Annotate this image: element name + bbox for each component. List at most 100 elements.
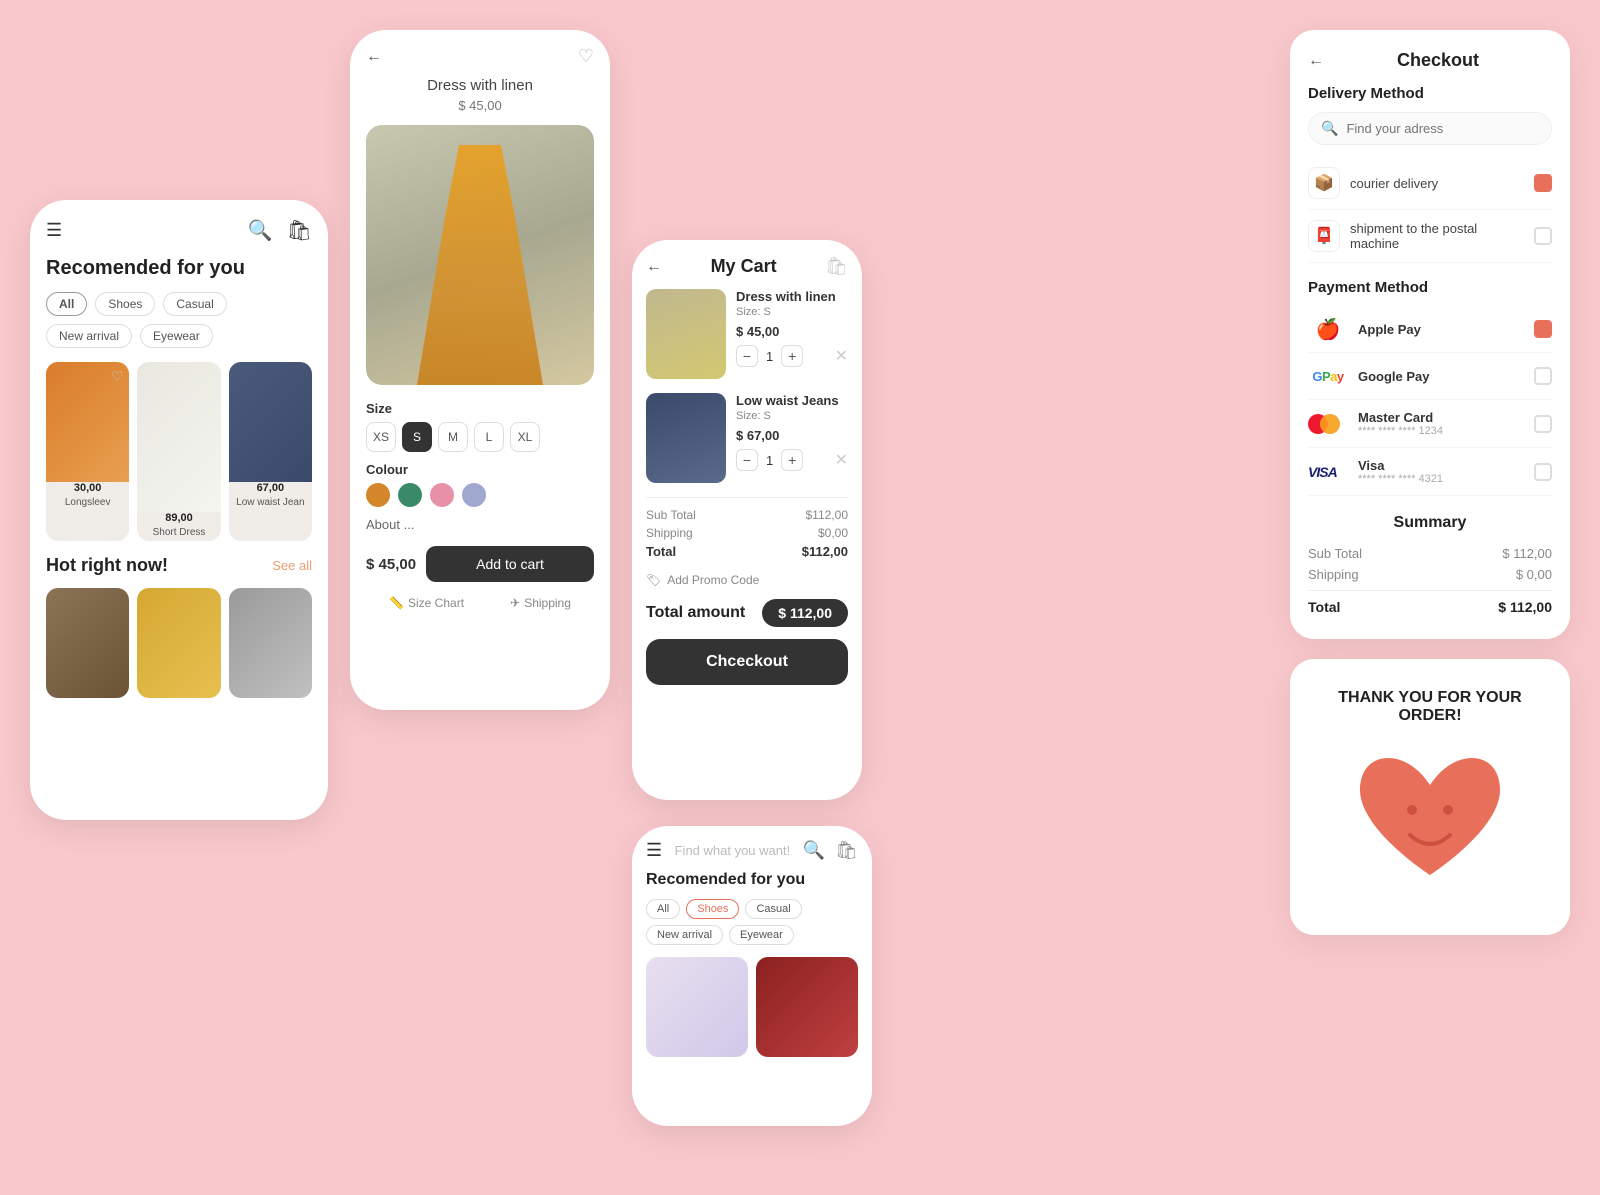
size-m[interactable]: M: [438, 422, 468, 452]
filter-new-arrival[interactable]: New arrival: [46, 324, 132, 348]
promo-label[interactable]: Add Promo Code: [667, 573, 759, 587]
filter-tags: All Shoes Casual New arrival Eyewear: [46, 292, 312, 348]
filter-tags-2: All Shoes Casual New arrival Eyewear: [646, 899, 858, 945]
filter-casual[interactable]: Casual: [163, 292, 226, 316]
delivery-title: Delivery Method: [1308, 85, 1552, 102]
filter-all[interactable]: All: [46, 292, 87, 316]
address-search-bar[interactable]: 🔍: [1308, 112, 1552, 145]
payment-mastercard[interactable]: Master Card **** **** **** 1234: [1308, 400, 1552, 448]
shoe-card-1[interactable]: [646, 957, 748, 1057]
size-l[interactable]: L: [474, 422, 504, 452]
menu-icon-2[interactable]: ☰: [646, 840, 662, 861]
subtotal-label: Sub Total: [646, 508, 696, 522]
qty-decrease-2[interactable]: −: [736, 449, 758, 471]
checkout-button[interactable]: Chceckout: [646, 639, 848, 685]
checkout-shipping-value: $ 0,00: [1516, 567, 1552, 582]
checkout-total-label: Total: [1308, 599, 1340, 615]
checkout-back-icon[interactable]: ←: [1308, 52, 1324, 70]
product-card-1[interactable]: ♡ 30,00 Longsleev: [46, 362, 129, 541]
product-card-2[interactable]: 89,00 Short Dress: [137, 362, 220, 541]
shoe-card-2[interactable]: [756, 957, 858, 1057]
courier-icon: 📦: [1308, 167, 1340, 199]
colour-label: Colour: [366, 462, 594, 477]
search-icon-2[interactable]: 🔍: [803, 840, 825, 861]
hot-card-3[interactable]: [229, 588, 312, 698]
color-options: [366, 483, 594, 507]
postal-radio[interactable]: [1534, 227, 1552, 245]
apple-pay-radio[interactable]: [1534, 320, 1552, 338]
color-2[interactable]: [398, 483, 422, 507]
qty-increase-2[interactable]: +: [781, 449, 803, 471]
visa-radio[interactable]: [1534, 463, 1552, 481]
summary-title: Summary: [1308, 514, 1552, 532]
filter2-casual[interactable]: Casual: [745, 899, 801, 919]
remove-item-2[interactable]: ✕: [835, 450, 848, 470]
cart-notification-icon[interactable]: 🛍: [825, 256, 848, 277]
cart-back-icon[interactable]: ←: [646, 258, 662, 276]
qty-decrease-1[interactable]: −: [736, 345, 758, 367]
filter2-new[interactable]: New arrival: [646, 925, 723, 945]
checkout-total-value: $ 112,00: [1498, 599, 1552, 615]
product-card-3[interactable]: 67,00 Low waist Jean: [229, 362, 312, 541]
favorite-icon[interactable]: ♡: [578, 46, 594, 67]
back-icon[interactable]: ←: [366, 48, 382, 66]
filter-eyewear[interactable]: Eyewear: [140, 324, 213, 348]
checkout-panel: ← Checkout Delivery Method 🔍 📦 courier d…: [1290, 30, 1570, 639]
promo-icon: 🏷: [646, 573, 661, 587]
ruler-icon: 📏: [389, 596, 404, 610]
checkout-shipping-label: Shipping: [1308, 567, 1359, 582]
payment-title: Payment Method: [1308, 279, 1552, 296]
cart-icon[interactable]: 🛍: [287, 218, 312, 243]
menu-icon[interactable]: ☰: [46, 220, 62, 241]
payment-google-pay[interactable]: GPay Google Pay: [1308, 353, 1552, 400]
apple-pay-label: Apple Pay: [1358, 322, 1524, 337]
checkout-subtotal-value: $ 112,00: [1502, 546, 1552, 561]
size-s[interactable]: S: [402, 422, 432, 452]
wishlist-icon-1[interactable]: ♡: [111, 368, 124, 385]
qty-value-2: 1: [766, 453, 773, 468]
total-label: Total: [646, 544, 676, 559]
google-pay-logo-wrap: GPay: [1308, 363, 1348, 389]
courier-radio[interactable]: [1534, 174, 1552, 192]
visa-logo-wrap: VISA: [1308, 464, 1348, 480]
size-xl[interactable]: XL: [510, 422, 540, 452]
color-1[interactable]: [366, 483, 390, 507]
total-amount-value: $ 112,00: [762, 599, 848, 627]
remove-item-1[interactable]: ✕: [835, 346, 848, 366]
search-icon[interactable]: 🔍: [248, 218, 273, 243]
payment-visa[interactable]: VISA Visa **** **** **** 4321: [1308, 448, 1552, 496]
address-input[interactable]: [1346, 121, 1539, 136]
mastercard-logo: [1308, 414, 1348, 434]
qty-increase-1[interactable]: +: [781, 345, 803, 367]
delivery-option-courier[interactable]: 📦 courier delivery: [1308, 157, 1552, 210]
cart-item-1-price: $ 45,00: [736, 324, 848, 339]
filter-shoes[interactable]: Shoes: [95, 292, 155, 316]
shipping-link[interactable]: ✈ Shipping: [510, 596, 571, 610]
color-3[interactable]: [430, 483, 454, 507]
add-to-cart-button[interactable]: Add to cart: [426, 546, 594, 582]
product-price-1: 30,00: [46, 482, 129, 494]
size-xs[interactable]: XS: [366, 422, 396, 452]
ship-icon: ✈: [510, 596, 520, 610]
size-chart-link[interactable]: 📏 Size Chart: [389, 596, 464, 610]
see-all-link[interactable]: See all: [272, 558, 312, 573]
color-4[interactable]: [462, 483, 486, 507]
visa-label: Visa: [1358, 458, 1524, 473]
cart-icon-2[interactable]: 🛍: [835, 840, 858, 861]
cart-item-1: Dress with linen Size: S $ 45,00 − 1 + ✕: [646, 289, 848, 379]
delivery-option-postal[interactable]: 📮 shipment to the postal machine: [1308, 210, 1552, 263]
search-icon-address: 🔍: [1321, 120, 1338, 137]
filter2-all[interactable]: All: [646, 899, 680, 919]
product-name: Dress with linen: [366, 77, 594, 94]
payment-apple-pay[interactable]: 🍎 Apple Pay: [1308, 306, 1552, 353]
filter2-eyewear[interactable]: Eyewear: [729, 925, 794, 945]
mastercard-radio[interactable]: [1534, 415, 1552, 433]
hot-card-1[interactable]: [46, 588, 129, 698]
phone-product-detail: ← ♡ Dress with linen $ 45,00 Size XS S M…: [350, 30, 610, 710]
filter2-shoes[interactable]: Shoes: [686, 899, 739, 919]
google-pay-radio[interactable]: [1534, 367, 1552, 385]
cart-item-1-name: Dress with linen: [736, 289, 848, 304]
payment-section: Payment Method 🍎 Apple Pay GPay: [1308, 279, 1552, 496]
hot-card-2[interactable]: [137, 588, 220, 698]
phone-cart: ← My Cart 🛍 Dress with linen Size: S $ 4…: [632, 240, 862, 800]
